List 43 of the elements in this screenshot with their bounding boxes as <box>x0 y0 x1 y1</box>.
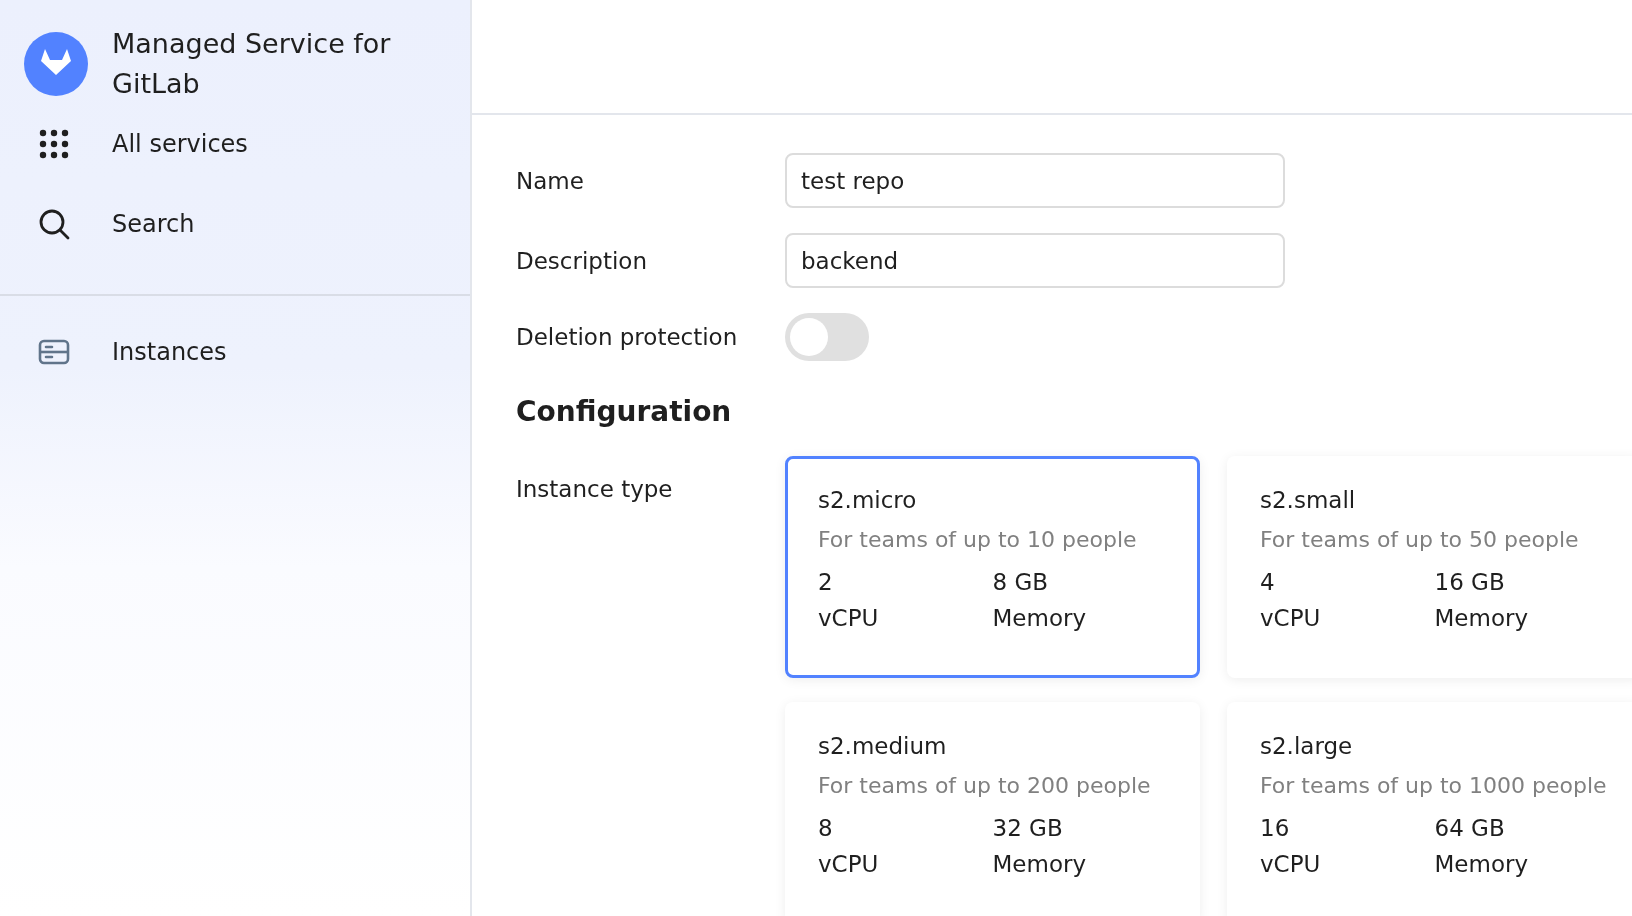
card-title: s2.large <box>1260 733 1354 759</box>
card-description: For teams of up to 200 people <box>818 773 1152 798</box>
toggle-switch[interactable] <box>785 313 869 361</box>
instance-card[interactable]: s2.small For teams of up to 50 people 4 vCPU 16 GB Memory <box>1227 456 1632 678</box>
grid-dots-icon <box>38 128 70 160</box>
spec-value: 16 <box>1260 814 1291 843</box>
spec-label: vCPU <box>1260 604 1322 633</box>
spec-label: vCPU <box>818 604 880 633</box>
field-label: Name <box>516 167 585 194</box>
spec-label: Memory <box>1434 850 1530 879</box>
instance-card[interactable]: s2.medium For teams of up to 200 people 8 vCPU 32 GB Memory <box>785 702 1200 916</box>
spec-value: 2 <box>818 568 834 597</box>
spec-label: Memory <box>1434 604 1530 633</box>
spec-label: vCPU <box>818 850 880 879</box>
service-title: Managed Service for GitLab <box>112 27 392 101</box>
spec-value: 64 GB <box>1434 814 1506 843</box>
card-title: s2.small <box>1260 487 1357 513</box>
input-field[interactable]: backend <box>785 233 1285 288</box>
toggle-label: Deletion protection <box>516 324 739 350</box>
field-label: Instance type <box>516 475 674 502</box>
sidebar-item[interactable]: All services <box>24 104 470 184</box>
input-field[interactable]: test repo <box>785 153 1285 208</box>
spec-label: Memory <box>992 604 1088 633</box>
sidebar-item[interactable]: Instances <box>24 312 470 392</box>
spec-value: 8 <box>818 814 834 843</box>
sidebar-item[interactable]: Search <box>24 184 470 264</box>
spec-label: vCPU <box>1260 850 1322 879</box>
instance-card[interactable]: s2.large For teams of up to 1000 people 16 vCPU 64 GB Memory <box>1227 702 1632 916</box>
search-icon <box>38 208 70 240</box>
spec-value: 16 GB <box>1434 568 1506 597</box>
spec-value: 4 <box>1260 568 1276 597</box>
fox-logo-icon[interactable] <box>24 32 88 96</box>
field-label: Description <box>516 247 648 274</box>
card-description: For teams of up to 50 people <box>1260 527 1580 552</box>
spec-value: 32 GB <box>992 814 1064 843</box>
instance-card[interactable]: s2.micro For teams of up to 10 people 2 vCPU 8 GB Memory <box>785 456 1200 678</box>
card-description: For teams of up to 10 people <box>818 527 1138 552</box>
card-title: s2.medium <box>818 733 948 759</box>
spec-label: Memory <box>992 850 1088 879</box>
section-title: Configuration <box>516 395 733 428</box>
card-description: For teams of up to 1000 people <box>1260 773 1608 798</box>
card-title: s2.micro <box>818 487 918 513</box>
spec-value: 8 GB <box>992 568 1050 597</box>
